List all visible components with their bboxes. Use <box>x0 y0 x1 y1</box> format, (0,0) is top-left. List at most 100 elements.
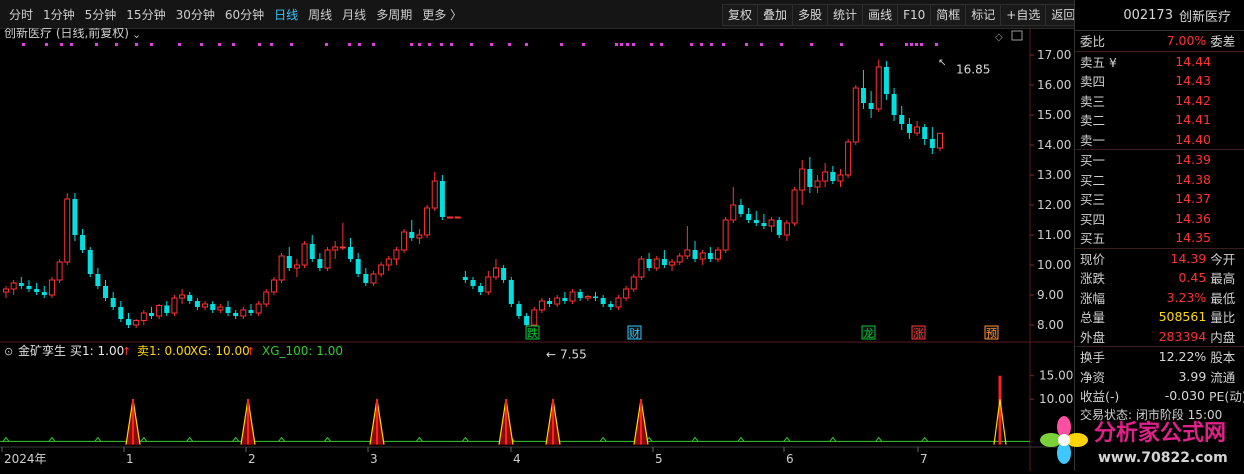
stat-row-label: 总量 <box>1080 310 1106 326</box>
tool-button-8[interactable]: +自选 <box>1000 4 1047 26</box>
candle-body <box>891 94 897 115</box>
candle-body <box>638 258 645 278</box>
period-tab-0[interactable]: 分时 <box>4 6 38 23</box>
ytick-label: 8.00 <box>1037 318 1064 332</box>
period-tab-1[interactable]: 1分钟 <box>38 6 80 23</box>
tool-button-6[interactable]: 简框 <box>930 4 967 26</box>
top-marker-dot <box>348 43 351 46</box>
chart-area[interactable]: 创新医疗 (日线,前复权) ⌄ 8.00 9.00 10.00 11.00 12.00 13.… <box>0 25 1073 471</box>
candle-body <box>278 255 285 281</box>
candle-body <box>868 103 874 109</box>
ytick-label: 16.00 <box>1037 78 1071 92</box>
xg100-bump <box>783 436 791 442</box>
candle-body <box>64 198 71 263</box>
event-tag[interactable]: 预 <box>984 325 999 340</box>
top-marker-dot <box>115 43 118 46</box>
top-marker-dot <box>95 43 98 46</box>
bid-row-value: 14.39 <box>1175 152 1211 168</box>
candle-body <box>661 259 667 265</box>
period-tab-6[interactable]: 日线 <box>269 6 303 23</box>
stat-row: 涨跌 0.45 最高 <box>1075 268 1244 288</box>
stats-list: 现价 14.39 今开 涨跌 0.45 最高 涨幅 3.23% 最低 总量 508561 量比 外盘 28… <box>1075 247 1244 347</box>
candle-body <box>630 276 637 290</box>
period-tab-3[interactable]: 15分钟 <box>121 6 170 23</box>
window-icon <box>1011 30 1023 41</box>
event-tag[interactable]: 财 <box>627 325 642 340</box>
event-tag-text: 预 <box>986 327 997 340</box>
period-tab-7[interactable]: 周线 <box>303 6 337 23</box>
xg100-bump <box>921 436 929 442</box>
candle-body <box>34 289 40 292</box>
xtick-label: 5 <box>655 452 663 466</box>
stock-code: 002173 <box>1123 7 1173 23</box>
candle-body <box>332 246 339 251</box>
event-tag-text: 跌 <box>527 326 538 340</box>
event-tag[interactable]: 涨 <box>911 325 926 340</box>
candle-body <box>18 283 24 286</box>
tool-button-3[interactable]: 统计 <box>827 4 864 26</box>
top-marker-dot <box>258 43 261 46</box>
stat2-row: 换手 12.22% 股本 <box>1075 347 1244 367</box>
ytick-label: 9.00 <box>1037 288 1064 302</box>
tool-button-1[interactable]: 叠加 <box>757 4 794 26</box>
tool-button-7[interactable]: 标记 <box>965 4 1002 26</box>
candle-body <box>692 250 698 259</box>
candle-body <box>738 205 744 214</box>
ask-row-value: 14.43 <box>1175 73 1211 89</box>
quote-panel: 002173 创新医疗 委比 7.00% 委差 卖五 ¥ 14.44 卖四 14.43… <box>1074 0 1244 471</box>
candle-body <box>56 261 63 281</box>
candle-body <box>669 261 676 266</box>
event-tag[interactable]: 龙 <box>861 325 876 340</box>
period-tab-2[interactable]: 5分钟 <box>80 6 122 23</box>
indicator-name: 金矿孪生 <box>18 343 66 358</box>
tool-button-5[interactable]: F10 <box>897 4 932 26</box>
candle-body <box>508 280 514 304</box>
candle-body <box>615 297 622 308</box>
tool-button-0[interactable]: 复权 <box>722 4 759 26</box>
candle-body <box>776 220 782 235</box>
candle-body <box>799 168 806 191</box>
candle-body <box>676 255 683 263</box>
stat-row: 涨幅 3.23% 最低 <box>1075 288 1244 308</box>
low-arrow-icon: ← <box>546 348 556 362</box>
high-label: 16.85 <box>956 63 990 77</box>
bid-row-label: 买三 <box>1080 192 1106 208</box>
candle-body <box>87 250 93 274</box>
candle-body <box>240 309 247 317</box>
stat-row: 总量 508561 量比 <box>1075 307 1244 327</box>
period-tab-8[interactable]: 月线 <box>337 6 371 23</box>
candle-body <box>929 139 935 148</box>
top-marker-dot <box>650 43 653 46</box>
candle-body <box>646 259 652 268</box>
xtick-label: 2 <box>248 452 256 466</box>
candle-body <box>95 274 101 286</box>
watermark-site: 分析家公式网 <box>1094 420 1226 446</box>
candle-body <box>531 309 538 326</box>
bid-row-value: 14.37 <box>1175 191 1211 207</box>
bid-row: 买一 14.39 <box>1075 150 1244 170</box>
top-marker-dot <box>632 43 635 46</box>
tool-button-2[interactable]: 多股 <box>792 4 829 26</box>
ask-row: 卖五 ¥ 14.44 <box>1075 52 1244 72</box>
candle-body <box>385 258 392 266</box>
period-tab-9[interactable]: 多周期 <box>371 6 417 23</box>
kline-chart-svg[interactable]: 创新医疗 (日线,前复权) ⌄ 8.00 9.00 10.00 11.00 12.00 13.… <box>0 25 1073 471</box>
top-marker-dot <box>626 43 629 46</box>
stat-row-label: 涨幅 <box>1080 290 1106 306</box>
top-marker-dot <box>810 43 813 46</box>
period-tab-10[interactable]: 更多 〉 <box>417 6 467 23</box>
ask-row-value: 14.44 <box>1175 53 1211 69</box>
event-tag[interactable]: 跌 <box>525 325 540 340</box>
ytick-label: 10.00 <box>1037 258 1071 272</box>
ytick-label: 12.00 <box>1037 198 1071 212</box>
tool-button-4[interactable]: 画线 <box>862 4 899 26</box>
top-marker-dot <box>660 43 663 46</box>
period-tab-4[interactable]: 30分钟 <box>171 6 220 23</box>
indicator-value: XG_100: 1.00 <box>262 344 343 358</box>
period-tab-5[interactable]: 60分钟 <box>220 6 269 23</box>
candle-body <box>401 231 408 251</box>
xg100-bump <box>416 436 423 442</box>
top-marker-dot <box>450 43 453 46</box>
bid-row-label: 买四 <box>1080 211 1106 227</box>
diamond-icon: ◇ <box>995 32 1003 43</box>
